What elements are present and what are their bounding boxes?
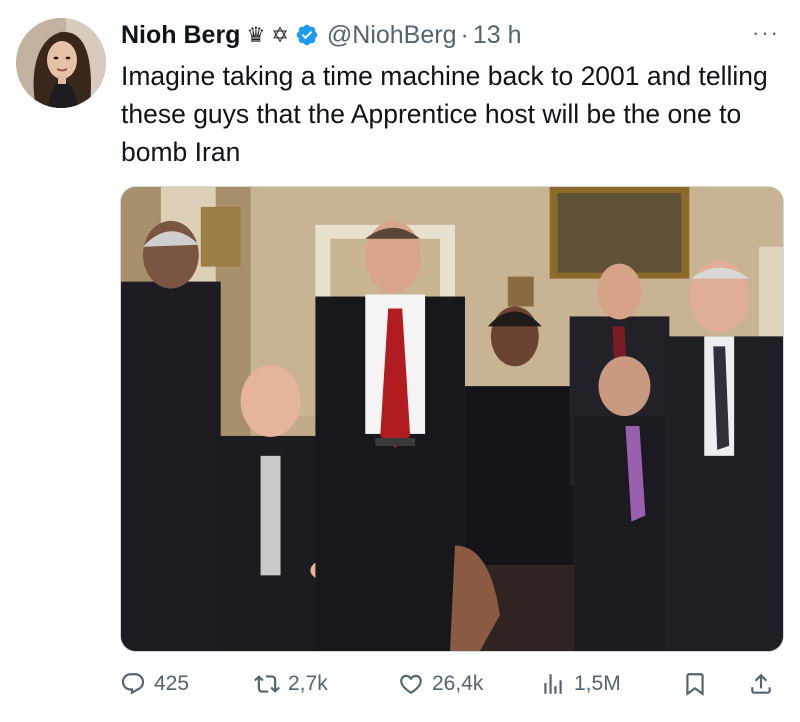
like-icon: [400, 674, 422, 694]
more-horizontal-icon[interactable]: ···: [752, 20, 780, 46]
share-button[interactable]: [748, 664, 774, 704]
avatar[interactable]: [16, 18, 106, 108]
like-count: 26,4k: [432, 672, 484, 695]
share-icon: [751, 673, 771, 694]
reply-icon: [121, 673, 145, 695]
group-photo-image: [121, 187, 783, 651]
views-button[interactable]: 1,5M: [540, 664, 621, 704]
retweet-button[interactable]: 2,7k: [254, 664, 328, 704]
retweet-icon: [254, 675, 280, 693]
tweet-header: Nioh Berg ♛ ✡ @NiohBerg · 13 h ···: [121, 18, 780, 52]
tweet-photo[interactable]: [120, 186, 784, 652]
reply-count: 425: [154, 672, 190, 695]
like-button[interactable]: 26,4k: [398, 664, 483, 704]
reply-button[interactable]: 425: [120, 664, 189, 704]
retweet-count: 2,7k: [288, 672, 328, 695]
bookmark-button[interactable]: [682, 664, 708, 704]
user-handle[interactable]: @NiohBerg: [327, 21, 457, 50]
separator-dot: ·: [460, 20, 469, 49]
timestamp[interactable]: 13 h: [473, 21, 522, 50]
star-of-david-icon: ✡: [271, 23, 289, 47]
display-name[interactable]: Nioh Berg: [121, 21, 240, 50]
crown-icon: ♛: [246, 23, 266, 47]
avatar-image: [16, 18, 106, 108]
bookmark-icon: [686, 673, 704, 696]
tweet-text: Imagine taking a time machine back to 20…: [121, 61, 768, 167]
verified-badge-icon: [296, 24, 318, 46]
action-bar: 425 2,7k 26,4k 1,5M: [120, 664, 784, 704]
tweet: Nioh Berg ♛ ✡ @NiohBerg · 13 h ··· Imagi…: [0, 0, 800, 722]
views-count: 1,5M: [574, 672, 621, 695]
views-icon: [544, 674, 562, 694]
